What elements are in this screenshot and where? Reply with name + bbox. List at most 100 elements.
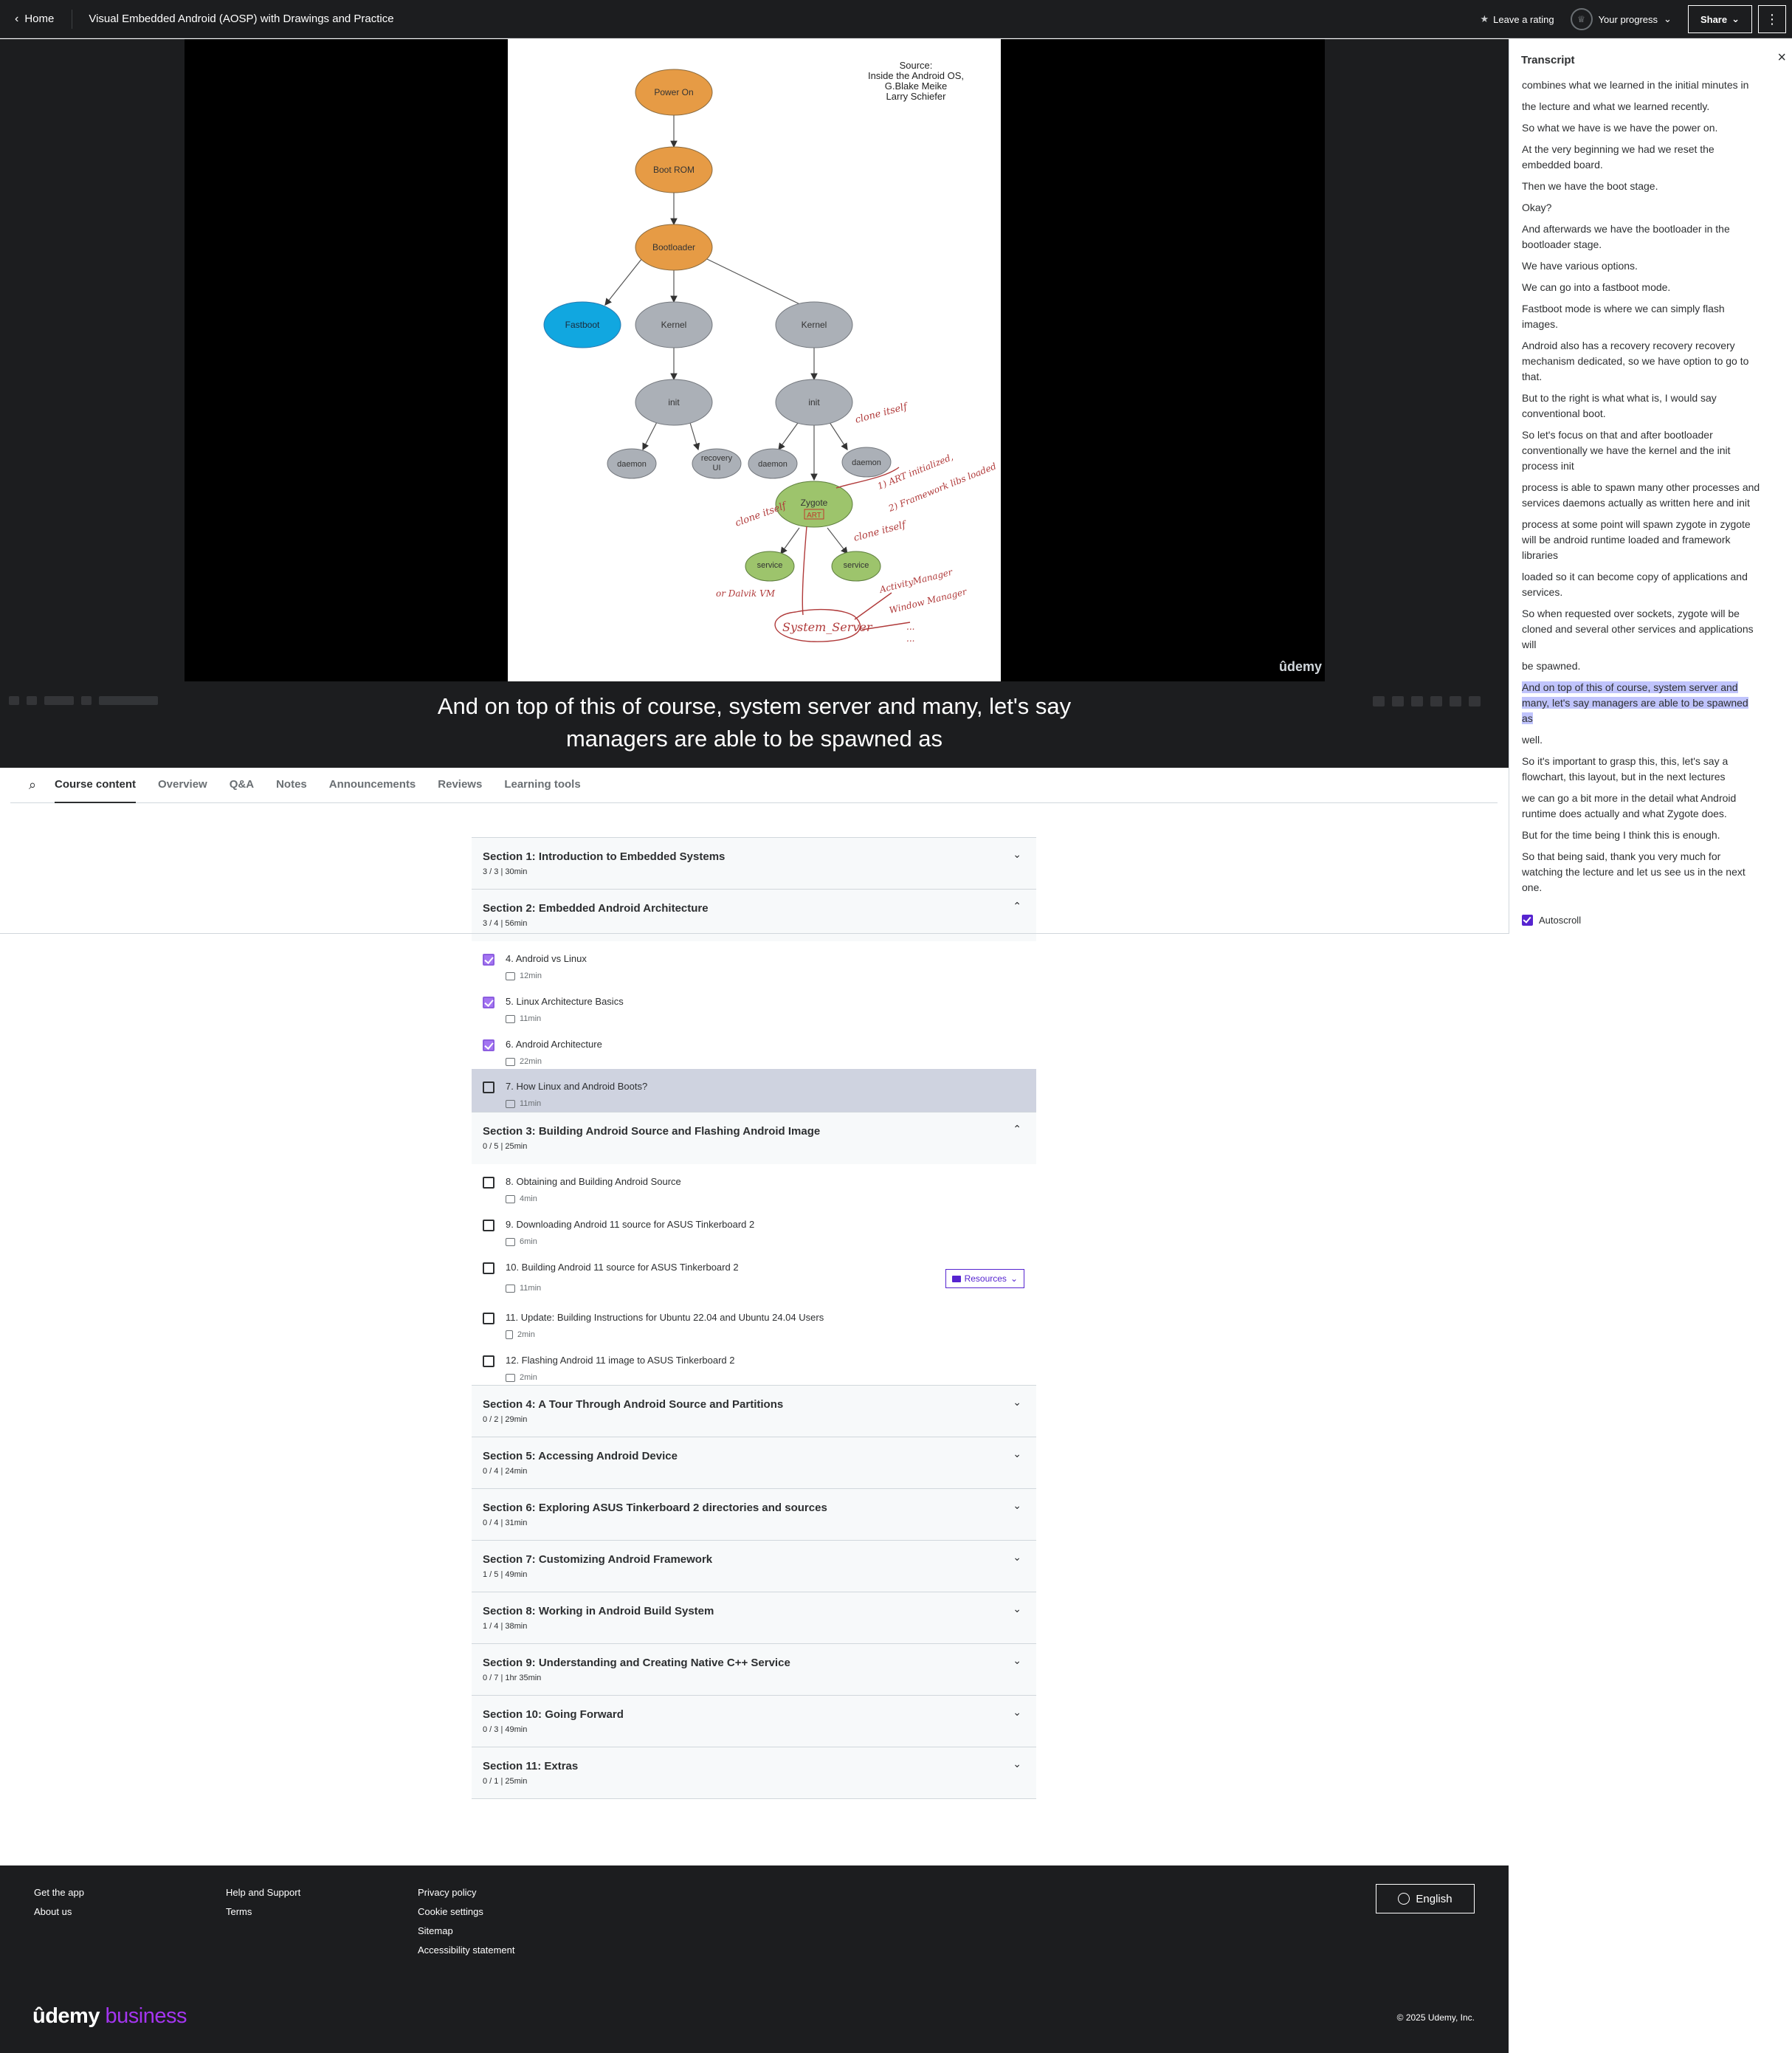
close-icon[interactable]: ×	[1777, 49, 1786, 66]
tab-notes[interactable]: Notes	[276, 768, 307, 803]
transcript-text: We can go into a fastboot mode.	[1522, 281, 1671, 293]
leave-rating-button[interactable]: ★ Leave a rating	[1481, 13, 1554, 25]
footer-link-get-app[interactable]: Get the app	[34, 1887, 84, 1898]
tab-reviews[interactable]: Reviews	[438, 768, 482, 803]
transcript-line-active[interactable]: And on top of this of course, system ser…	[1522, 680, 1780, 726]
lecture-duration-row: 12min	[506, 972, 542, 980]
video-icon	[506, 1057, 515, 1066]
section-header[interactable]: Section 7: Customizing Android Framework…	[472, 1540, 1036, 1592]
transcript-text: one.	[1522, 881, 1543, 893]
transcript-line[interactable]: So when requested over sockets, zygote w…	[1522, 606, 1780, 653]
lecture-item[interactable]: 5. Linux Architecture Basics 11min	[472, 984, 1036, 1027]
lecture-duration: 11min	[520, 1099, 542, 1108]
lecture-item[interactable]: 12. Flashing Android 11 image to ASUS Ti…	[472, 1343, 1036, 1386]
transcript-line[interactable]: combines what we learned in the initial …	[1522, 78, 1780, 93]
transcript-text: runtime does actually and what Zygote do…	[1522, 808, 1727, 819]
node-power-on: Power On	[654, 87, 693, 97]
language-button[interactable]: English	[1376, 1884, 1475, 1913]
copyright: © 2025 Udemy, Inc.	[1396, 2012, 1475, 2023]
transcript-line[interactable]: process at some point will spawn zygote …	[1522, 517, 1780, 563]
section-header[interactable]: Section 6: Exploring ASUS Tinkerboard 2 …	[472, 1488, 1036, 1541]
lecture-item[interactable]: 6. Android Architecture 22min	[472, 1027, 1036, 1070]
transcript-line[interactable]: Then we have the boot stage.	[1522, 179, 1780, 194]
tab-learning-tools[interactable]: Learning tools	[504, 768, 580, 803]
lecture-duration: 11min	[520, 1284, 542, 1293]
transcript-text: we can go a bit more in the detail what …	[1522, 792, 1737, 804]
lecture-duration-row: 11min	[506, 1284, 541, 1293]
footer-link-terms[interactable]: Terms	[226, 1906, 252, 1917]
section-header[interactable]: Section 1: Introduction to Embedded Syst…	[472, 837, 1036, 890]
udemy-business-logo[interactable]: ûdemy business	[32, 2004, 187, 2029]
transcript-line[interactable]: Android also has a recovery recovery rec…	[1522, 338, 1780, 385]
transcript-line[interactable]: process is able to spawn many other proc…	[1522, 480, 1780, 511]
home-link[interactable]: ‹ Home	[15, 13, 54, 25]
lecture-checkbox[interactable]	[483, 1177, 494, 1189]
footer-link-about[interactable]: About us	[34, 1906, 72, 1917]
transcript-line[interactable]: So let's focus on that and after bootloa…	[1522, 427, 1780, 474]
section-header[interactable]: Section 9: Understanding and Creating Na…	[472, 1643, 1036, 1696]
lecture-checkbox[interactable]	[483, 997, 494, 1008]
transcript-line[interactable]: And afterwards we have the bootloader in…	[1522, 221, 1780, 252]
tab-overview[interactable]: Overview	[158, 768, 207, 803]
lecture-item[interactable]: 4. Android vs Linux 12min	[472, 941, 1036, 984]
transcript-line[interactable]: But to the right is what what is, I woul…	[1522, 391, 1780, 422]
transcript-line[interactable]: Fastboot mode is where we can simply fla…	[1522, 301, 1780, 332]
transcript-line[interactable]: We can go into a fastboot mode.	[1522, 280, 1780, 295]
lecture-checkbox[interactable]	[483, 1081, 494, 1093]
transcript-text: At the very beginning we had we reset th…	[1522, 143, 1715, 155]
footer: Get the app About us Help and Support Te…	[0, 1865, 1509, 2053]
course-title[interactable]: Visual Embedded Android (AOSP) with Draw…	[89, 13, 393, 25]
autoscroll-toggle[interactable]: Autoscroll	[1522, 915, 1581, 926]
lecture-checkbox[interactable]	[483, 1262, 494, 1274]
caption-line: managers are able to be spawned as	[565, 726, 943, 752]
lecture-item-current[interactable]: 7. How Linux and Android Boots? 11min	[472, 1069, 1036, 1112]
search-icon[interactable]: ⌕	[10, 777, 55, 793]
lecture-checkbox[interactable]	[483, 954, 494, 966]
transcript-text: But to the right is what what is, I woul…	[1522, 392, 1717, 404]
progress-button[interactable]: ♕ Your progress ⌄	[1570, 8, 1672, 30]
footer-link-help[interactable]: Help and Support	[226, 1887, 300, 1898]
transcript-line[interactable]: At the very beginning we had we reset th…	[1522, 142, 1780, 173]
share-button[interactable]: Share ⌄	[1687, 5, 1752, 33]
transcript-text: But for the time being I think this is e…	[1522, 829, 1720, 841]
transcript-line[interactable]: So that being said, thank you very much …	[1522, 849, 1780, 895]
transcript-text: And afterwards we have the bootloader in…	[1522, 223, 1730, 235]
lecture-checkbox[interactable]	[483, 1220, 494, 1231]
footer-link-sitemap[interactable]: Sitemap	[418, 1925, 453, 1936]
lecture-item[interactable]: 10. Building Android 11 source for ASUS …	[472, 1250, 1036, 1300]
transcript-line[interactable]: Okay?	[1522, 200, 1780, 216]
transcript-line[interactable]: the lecture and what we learned recently…	[1522, 99, 1780, 114]
section-header[interactable]: Section 4: A Tour Through Android Source…	[472, 1385, 1036, 1437]
resources-button[interactable]: Resources ⌄	[945, 1269, 1024, 1288]
lecture-checkbox[interactable]	[483, 1039, 494, 1051]
section-title: Section 4: A Tour Through Android Source…	[483, 1398, 784, 1411]
transcript-line[interactable]: be spawned.	[1522, 658, 1780, 674]
transcript-line[interactable]: So what we have is we have the power on.	[1522, 120, 1780, 136]
footer-link-privacy[interactable]: Privacy policy	[418, 1887, 476, 1898]
tab-qa[interactable]: Q&A	[230, 768, 254, 803]
lecture-item[interactable]: 11. Update: Building Instructions for Ub…	[472, 1300, 1036, 1343]
lecture-item[interactable]: 9. Downloading Android 11 source for ASU…	[472, 1207, 1036, 1250]
tab-announcements[interactable]: Announcements	[329, 768, 416, 803]
section-header[interactable]: Section 8: Working in Android Build Syst…	[472, 1592, 1036, 1644]
section-header[interactable]: Section 11: Extras 0 / 1 | 25min ⌄	[472, 1747, 1036, 1799]
transcript-line[interactable]: we can go a bit more in the detail what …	[1522, 791, 1780, 822]
transcript-line[interactable]: well.	[1522, 732, 1780, 748]
lecture-checkbox[interactable]	[483, 1355, 494, 1367]
tab-course-content[interactable]: Course content	[55, 768, 137, 803]
section-header[interactable]: Section 5: Accessing Android Device 0 / …	[472, 1437, 1036, 1489]
transcript-line[interactable]: loaded so it can become copy of applicat…	[1522, 569, 1780, 600]
lecture-item[interactable]: 8. Obtaining and Building Android Source…	[472, 1164, 1036, 1207]
more-options-button[interactable]: ⋮	[1758, 5, 1786, 33]
transcript-line[interactable]: So it's important to grasp this, this, l…	[1522, 754, 1780, 785]
transcript-line[interactable]: But for the time being I think this is e…	[1522, 828, 1780, 843]
transcript-text: bootloader stage.	[1522, 238, 1602, 250]
footer-link-accessibility[interactable]: Accessibility statement	[418, 1944, 515, 1956]
transcript-text: will be android runtime loaded and frame…	[1522, 534, 1731, 546]
section-header[interactable]: Section 3: Building Android Source and F…	[472, 1112, 1036, 1164]
footer-link-cookie[interactable]: Cookie settings	[418, 1906, 483, 1917]
transcript-line[interactable]: We have various options.	[1522, 258, 1780, 274]
autoscroll-checkbox[interactable]	[1522, 915, 1533, 926]
section-header[interactable]: Section 10: Going Forward 0 / 3 | 49min …	[472, 1695, 1036, 1747]
lecture-checkbox[interactable]	[483, 1313, 494, 1324]
